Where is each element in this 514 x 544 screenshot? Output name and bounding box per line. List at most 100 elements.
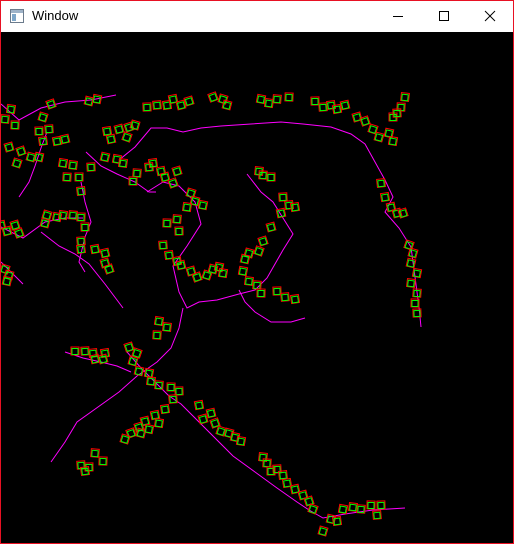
detection-box — [376, 178, 386, 188]
detection-box — [76, 236, 86, 246]
detection-box — [117, 157, 129, 169]
detection-box — [185, 265, 197, 277]
detection-box — [127, 355, 139, 367]
detection-box — [376, 500, 386, 510]
app-window-icon — [10, 9, 24, 23]
detection-box — [412, 308, 422, 318]
detection-box — [166, 382, 176, 392]
detection-box — [57, 209, 69, 221]
detection-box — [253, 245, 265, 257]
title-bar[interactable]: Window — [1, 1, 513, 31]
detection-box — [142, 102, 152, 112]
detection-box — [10, 120, 20, 130]
detection-box — [400, 92, 410, 102]
detection-box — [119, 433, 131, 445]
window-title: Window — [32, 8, 79, 23]
detection-box — [37, 111, 49, 123]
detection-box — [172, 214, 182, 224]
detection-box — [272, 286, 282, 296]
detection-box — [243, 275, 255, 287]
detection-box — [289, 201, 301, 213]
detection-box — [97, 353, 109, 365]
detection-box — [174, 386, 184, 396]
detection-box — [57, 157, 69, 169]
detection-box — [197, 413, 209, 425]
detection-box — [152, 100, 162, 110]
detection-box — [284, 92, 294, 102]
detection-box — [75, 243, 87, 255]
detection-box — [275, 207, 287, 219]
detection-box — [318, 102, 328, 112]
detection-box — [265, 221, 277, 233]
detection-box — [162, 218, 172, 228]
detection-box — [221, 99, 233, 111]
detection-box — [86, 162, 96, 172]
detection-box — [331, 103, 343, 115]
detection-box — [154, 380, 164, 390]
stroke-path — [40, 231, 124, 309]
close-button[interactable] — [467, 1, 513, 31]
detection-box — [405, 257, 417, 269]
detection-box — [62, 172, 72, 182]
detection-box — [297, 489, 309, 501]
detection-box — [34, 126, 44, 136]
detection-box — [149, 409, 161, 421]
app-window: Window — [0, 0, 514, 544]
detection-box — [1, 114, 10, 124]
detection-box — [153, 315, 165, 327]
detection-box — [372, 510, 382, 520]
minimize-button[interactable] — [375, 1, 421, 31]
detection-box — [331, 515, 343, 527]
detection-box — [272, 94, 282, 104]
detection-box — [339, 99, 351, 111]
detection-box — [11, 157, 23, 169]
detection-box — [383, 127, 395, 139]
detection-box — [175, 99, 187, 111]
detection-box — [183, 95, 195, 107]
stroke-path — [1, 94, 117, 121]
detection-box — [255, 93, 267, 105]
close-icon — [484, 10, 496, 22]
detection-box — [272, 464, 282, 474]
detection-box — [171, 165, 183, 177]
detection-box — [70, 346, 80, 356]
detection-box — [125, 427, 137, 439]
detection-box — [174, 226, 184, 236]
detection-box — [407, 247, 419, 259]
detection-box — [68, 160, 78, 170]
detection-box — [387, 135, 399, 147]
detection-box — [366, 500, 376, 510]
detection-box — [132, 168, 142, 178]
detection-box — [1, 225, 13, 237]
stroke-path — [146, 173, 294, 309]
detection-box — [121, 131, 133, 143]
detection-box — [158, 240, 168, 250]
detection-box — [74, 172, 84, 182]
detection-box — [68, 210, 78, 220]
detection-box — [257, 235, 269, 247]
detection-box — [373, 131, 385, 143]
detection-box — [80, 222, 90, 232]
detection-box — [44, 124, 54, 134]
detection-box — [3, 141, 15, 153]
detection-box — [159, 403, 171, 415]
detection-box — [99, 247, 111, 259]
detection-box — [59, 133, 71, 145]
detection-box — [207, 91, 219, 103]
detection-box — [105, 133, 117, 145]
detection-box — [266, 172, 276, 182]
detection-box — [15, 145, 27, 157]
detection-box — [181, 201, 193, 213]
detection-box — [76, 212, 86, 222]
detection-box — [256, 288, 266, 298]
detection-box — [39, 217, 51, 229]
maximize-button[interactable] — [421, 1, 467, 31]
detection-box — [262, 458, 272, 468]
detection-box — [143, 423, 155, 435]
detection-box — [99, 151, 111, 163]
detection-box — [153, 417, 165, 429]
detection-box — [235, 435, 247, 447]
stroke-path — [18, 131, 48, 198]
minimize-icon — [393, 16, 403, 17]
render-canvas[interactable] — [1, 32, 513, 543]
